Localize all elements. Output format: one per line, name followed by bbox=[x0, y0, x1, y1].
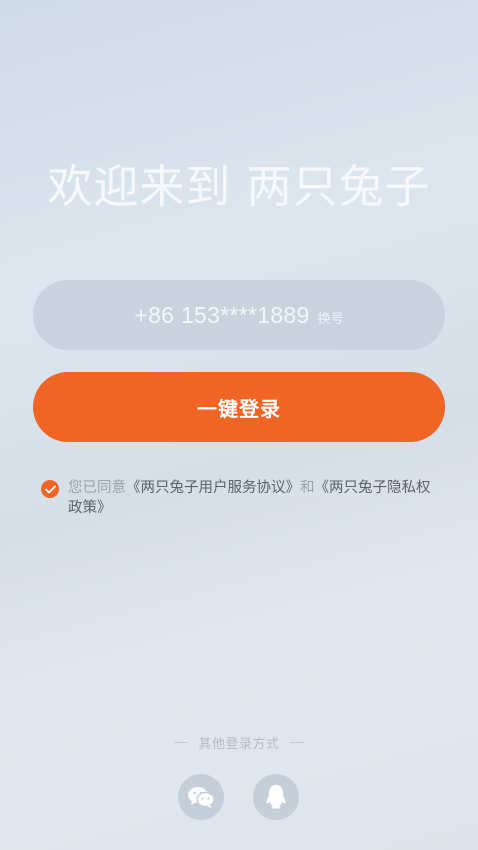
agreement-prefix: 您已同意 bbox=[68, 480, 126, 496]
agreement-text: 您已同意《两只兔子用户服务协议》和《两只兔子隐私权政策》 bbox=[68, 478, 441, 518]
welcome-title: 欢迎来到 两只兔子 bbox=[47, 160, 431, 213]
phone-number-field: +86 153****1889 换号 bbox=[33, 280, 445, 350]
user-agreement-link[interactable]: 《两只兔子用户服务协议》 bbox=[126, 480, 300, 496]
agreement-checkbox[interactable] bbox=[41, 480, 59, 498]
divider-line-right bbox=[289, 742, 304, 743]
divider-line-left bbox=[174, 742, 189, 743]
qq-icon bbox=[266, 785, 286, 809]
agreement-row: 您已同意《两只兔子用户服务协议》和《两只兔子隐私权政策》 bbox=[41, 478, 441, 518]
login-button-label: 一键登录 bbox=[197, 396, 281, 421]
masked-phone-number: +86 153****1889 bbox=[134, 301, 310, 328]
other-login-divider: 其他登录方式 bbox=[0, 733, 478, 752]
checkmark-icon bbox=[44, 485, 56, 493]
one-click-login-button[interactable]: 一键登录 bbox=[33, 372, 445, 442]
qq-login-button[interactable] bbox=[253, 774, 299, 820]
other-login-label: 其他登录方式 bbox=[198, 737, 280, 752]
wechat-icon bbox=[188, 787, 215, 808]
wechat-login-button[interactable] bbox=[178, 774, 224, 820]
agreement-conjunction: 和 bbox=[300, 480, 315, 496]
social-login-row bbox=[0, 774, 478, 820]
switch-number-link[interactable]: 换号 bbox=[318, 308, 344, 327]
